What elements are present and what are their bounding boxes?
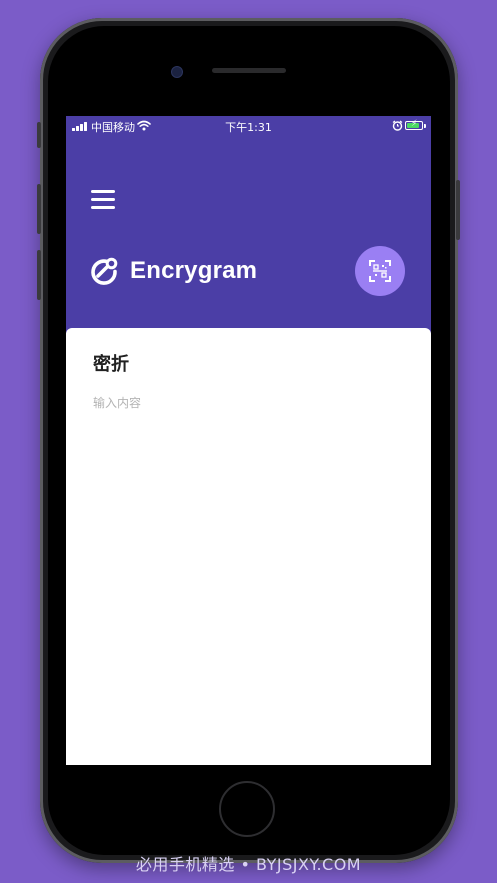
brand: Encrygram [88,254,257,288]
content-card: 密折 [66,328,431,765]
app-screen: 中国移动 下午1:31 ⚡ Encrygram 密折 输入内容 [66,116,431,765]
watermark: 必用手机精选 • BYJSJXY.COM [135,855,362,874]
earpiece-speaker [212,68,286,73]
alarm-clock-icon [392,120,403,131]
power-button [456,180,460,240]
front-camera [171,66,183,78]
hamburger-menu-icon[interactable] [91,190,115,210]
link-logo-icon [91,257,118,285]
status-bar: 中国移动 下午1:31 ⚡ [66,116,431,136]
volume-down-button [37,250,41,300]
content-input[interactable] [93,392,403,414]
home-button[interactable] [219,781,275,837]
battery-tip [424,124,426,128]
card-title: 密折 [93,354,129,375]
mute-switch [37,122,41,148]
app-header: Encrygram [66,136,431,336]
qr-scan-icon [369,260,391,282]
volume-up-button [37,184,41,234]
charging-bolt-icon: ⚡ [411,119,418,129]
qr-scan-button[interactable] [355,246,405,296]
status-time: 下午1:31 [225,121,272,134]
app-name: Encrygram [130,257,258,284]
